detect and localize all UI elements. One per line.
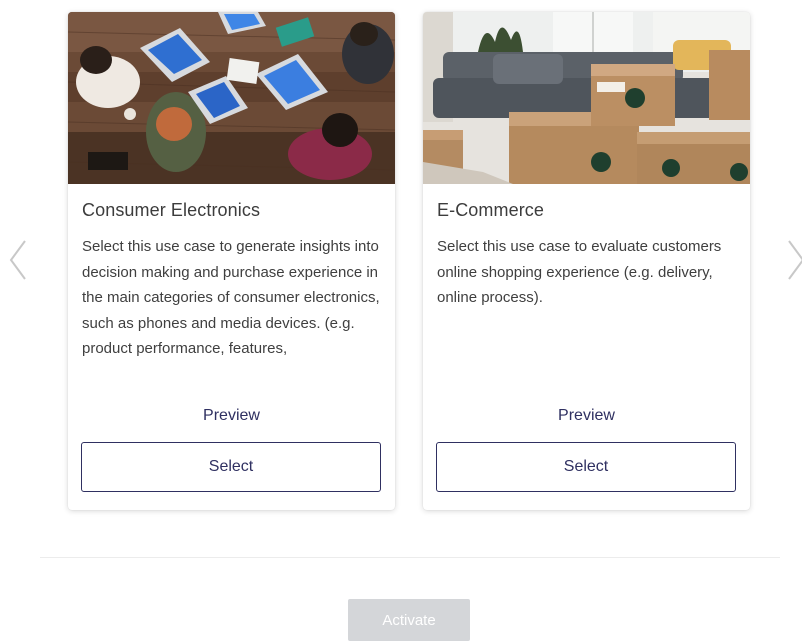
preview-link[interactable]: Preview [423, 407, 750, 425]
carousel-prev-button[interactable] [6, 236, 30, 284]
card-image-office-team [68, 12, 395, 184]
preview-link[interactable]: Preview [68, 407, 395, 425]
use-case-picker: Consumer Electronics Select this use cas… [0, 0, 802, 641]
chevron-right-icon [788, 240, 802, 280]
carousel-next-button[interactable] [784, 236, 802, 284]
activate-button[interactable]: Activate [348, 599, 470, 641]
card-title: E-Commerce [437, 200, 545, 220]
chevron-left-icon [9, 240, 26, 280]
footer-divider [40, 557, 780, 558]
card-title: Consumer Electronics [82, 200, 261, 220]
use-case-card-consumer-electronics: Consumer Electronics Select this use cas… [68, 12, 395, 510]
select-button[interactable]: Select [81, 442, 381, 492]
card-image-delivery-boxes [423, 12, 750, 184]
card-description: Select this use case to generate insight… [82, 238, 380, 357]
select-button[interactable]: Select [436, 442, 736, 492]
use-case-card-e-commerce: E-Commerce Select this use case to evalu… [423, 12, 750, 510]
card-description: Select this use case to evaluate custome… [437, 238, 722, 306]
